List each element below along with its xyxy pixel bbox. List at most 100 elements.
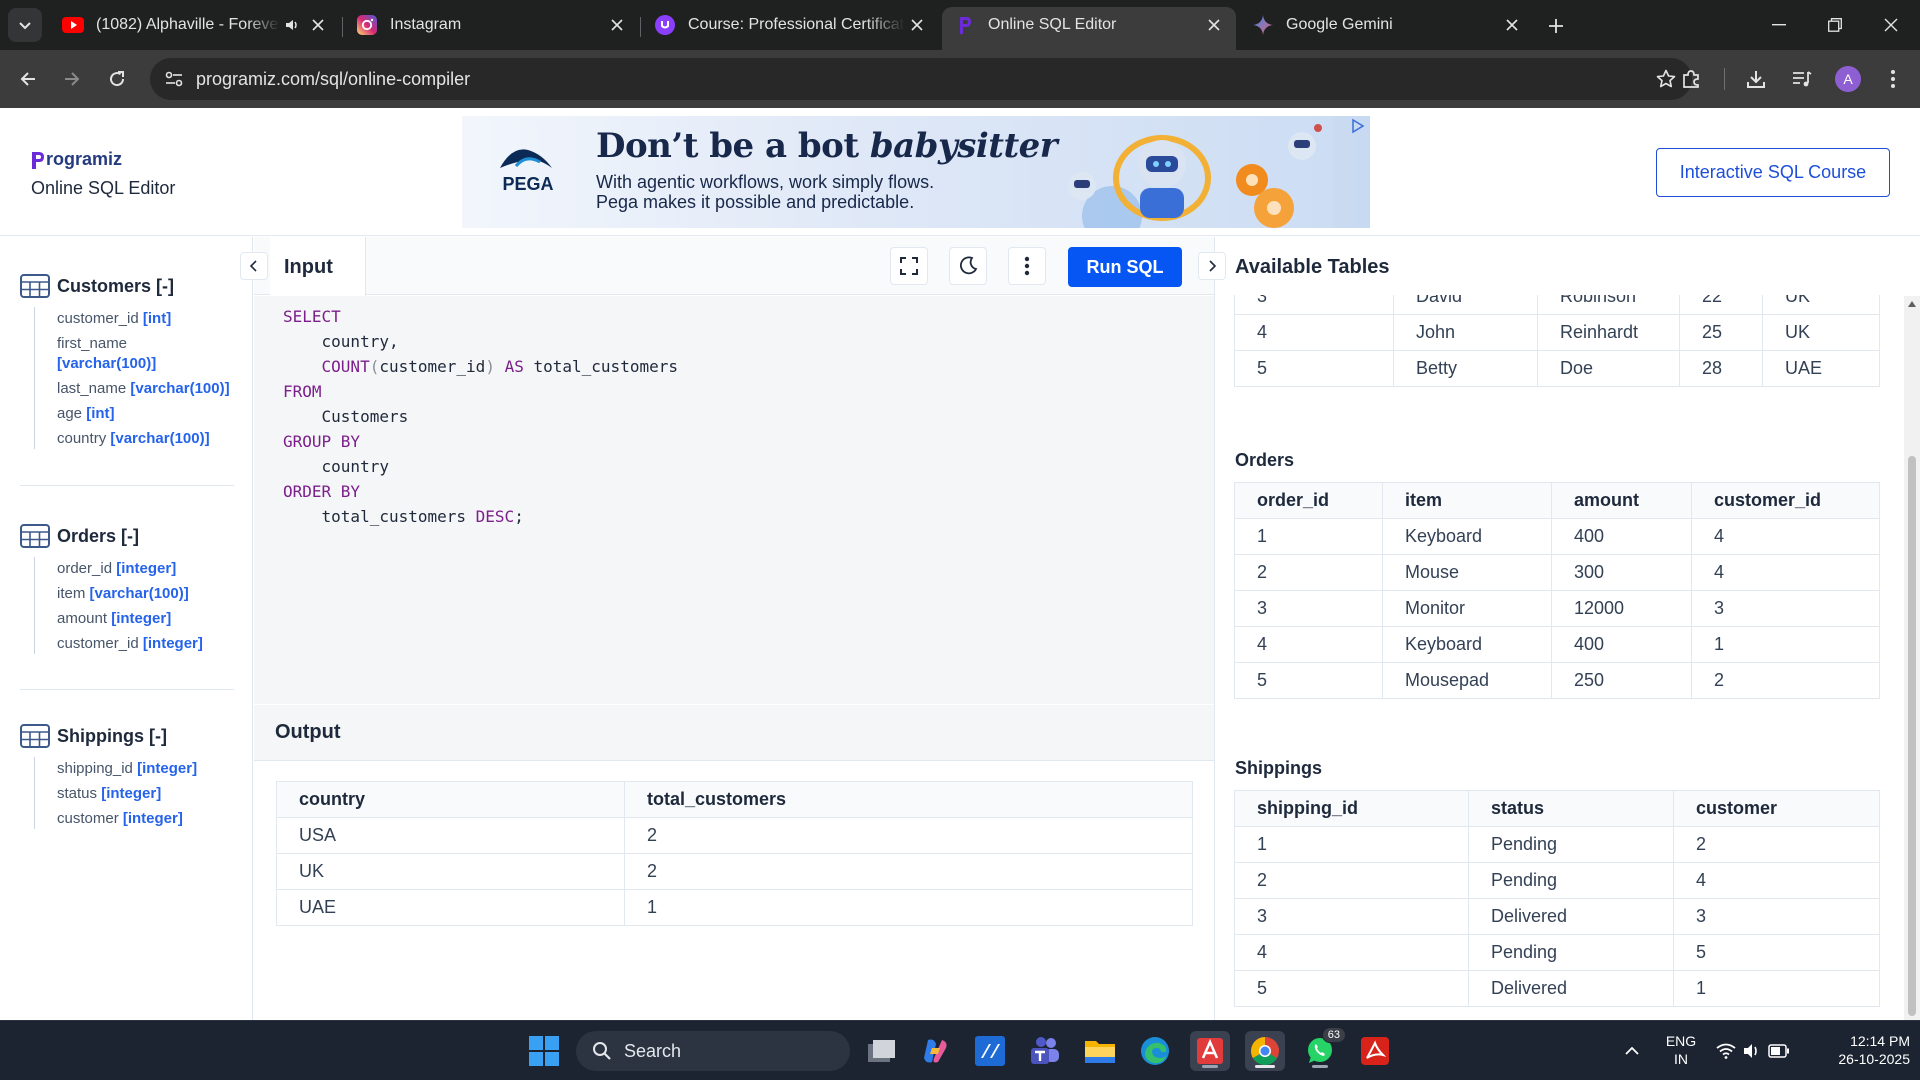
advertisement-banner[interactable]: PEGA Don’t be a bot babysitter With agen… xyxy=(462,116,1370,228)
tables-scrollbar[interactable] xyxy=(1904,296,1920,1020)
field-type: [integer] xyxy=(137,760,198,777)
collapse-tables-button[interactable] xyxy=(1198,252,1226,280)
sidebar-field: amount [integer] xyxy=(57,609,234,629)
table-cell: 2 xyxy=(624,817,1193,854)
acrobat-icon[interactable] xyxy=(1355,1031,1395,1071)
close-icon[interactable] xyxy=(905,13,929,37)
code-line: ORDER BY xyxy=(283,482,361,501)
field-type: [int] xyxy=(86,405,115,422)
sidebar-table-title[interactable]: Customers [-] xyxy=(20,273,234,299)
anydesk-app-icon[interactable] xyxy=(1190,1031,1230,1071)
pega-logo: PEGA xyxy=(498,144,558,195)
teams-icon[interactable] xyxy=(1025,1031,1065,1071)
table-row: UK 2 xyxy=(276,853,1193,890)
browser-tab-course[interactable]: Course: Professional Certificate xyxy=(642,7,939,43)
schema-sidebar: Customers [-] customer_id [int] first_na… xyxy=(0,237,253,1020)
media-control-button[interactable] xyxy=(1784,61,1820,97)
reload-icon xyxy=(110,71,125,87)
profile-button[interactable]: A xyxy=(1830,61,1866,97)
table-cell: 250 xyxy=(1551,662,1692,699)
table-cell: USA xyxy=(276,817,625,854)
table-cell: Mouse xyxy=(1382,554,1552,591)
sidebar-field: country [varchar(100)] xyxy=(57,429,234,449)
table-row: 2 Mouse 300 4 xyxy=(1234,554,1880,591)
table-cell: Pending xyxy=(1468,934,1674,971)
scrollbar-thumb[interactable] xyxy=(1908,456,1916,1016)
quick-settings-button[interactable] xyxy=(1712,1031,1794,1071)
address-bar[interactable]: programiz.com/sql/online-compiler xyxy=(150,58,1692,100)
column-header: amount xyxy=(1551,482,1692,519)
close-icon[interactable] xyxy=(1500,13,1524,37)
browser-tab-youtube[interactable]: (1082) Alphaville - Forever Young xyxy=(50,7,340,43)
clock[interactable]: 12:14 PM 26-10-2025 xyxy=(1806,1032,1910,1068)
table-icon xyxy=(20,524,50,548)
column-header: country xyxy=(276,781,625,818)
minimize-button[interactable] xyxy=(1750,0,1808,50)
chevron-down-icon xyxy=(19,22,31,30)
restore-button[interactable] xyxy=(1806,0,1864,50)
table-title-text: Orders [-] xyxy=(57,525,140,546)
table-cell: UAE xyxy=(1762,350,1880,387)
speaker-icon[interactable] xyxy=(280,13,304,37)
ad-headline: Don’t be a bot babysitter xyxy=(596,126,1058,166)
fullscreen-button[interactable] xyxy=(890,247,928,285)
chrome-icon[interactable] xyxy=(1245,1031,1285,1071)
language-line2: IN xyxy=(1674,1051,1688,1067)
input-tab[interactable]: Input xyxy=(270,237,366,296)
code-line: FROM xyxy=(283,382,322,401)
programiz-logo[interactable]: rogramiz xyxy=(31,149,122,170)
tab-search-button[interactable] xyxy=(8,8,42,42)
field-type: [varchar(100)] xyxy=(130,380,230,397)
extensions-button[interactable] xyxy=(1673,61,1709,97)
site-info-icon[interactable] xyxy=(158,63,190,95)
code-editor-app-icon[interactable] xyxy=(970,1031,1010,1071)
close-icon[interactable] xyxy=(306,13,330,37)
forward-button[interactable] xyxy=(54,61,90,97)
sidebar-table-title[interactable]: Shippings [-] xyxy=(20,723,234,749)
table-cell: 1 xyxy=(1234,826,1469,863)
dark-mode-button[interactable] xyxy=(949,247,987,285)
close-icon[interactable] xyxy=(1202,13,1226,37)
code-line: total_customers DESC; xyxy=(283,507,524,526)
table-cell: 1 xyxy=(1234,518,1383,555)
reload-button[interactable] xyxy=(99,61,135,97)
new-tab-button[interactable] xyxy=(1540,10,1572,42)
search-placeholder: Search xyxy=(624,1040,682,1061)
close-window-button[interactable] xyxy=(1862,0,1920,50)
clock-time: 12:14 PM xyxy=(1850,1033,1910,1049)
taskbar-search[interactable]: Search xyxy=(576,1031,850,1071)
field-name: item xyxy=(57,585,86,602)
arrow-right-icon xyxy=(65,72,80,86)
collapse-sidebar-button[interactable] xyxy=(240,252,268,280)
more-options-button[interactable] xyxy=(1008,247,1046,285)
ad-choices-icon[interactable] xyxy=(1350,118,1366,134)
table-row: 5 Betty Doe 28 UAE xyxy=(1234,350,1880,387)
table-cell: 2 xyxy=(624,853,1193,890)
show-hidden-icons-button[interactable] xyxy=(1612,1031,1652,1071)
browser-tab-gemini[interactable]: Google Gemini xyxy=(1240,7,1534,43)
browser-tab-sql-editor[interactable]: Online SQL Editor xyxy=(942,7,1236,50)
notification-badge: 63 xyxy=(1321,1027,1346,1043)
sidebar-table-title[interactable]: Orders [-] xyxy=(20,523,234,549)
browser-tab-instagram[interactable]: Instagram xyxy=(344,7,639,43)
table-cell: 2 xyxy=(1234,862,1469,899)
browser-menu-button[interactable] xyxy=(1875,61,1911,97)
language-indicator[interactable]: ENG IN xyxy=(1664,1032,1698,1068)
close-icon[interactable] xyxy=(605,13,629,37)
file-explorer-icon[interactable] xyxy=(1080,1031,1120,1071)
downloads-button[interactable] xyxy=(1738,61,1774,97)
code-line: COUNT(customer_id) AS total_customers xyxy=(321,357,678,376)
whatsapp-icon[interactable]: 63 xyxy=(1300,1027,1346,1071)
sql-code-editor[interactable]: SELECT country, COUNT(customer_id) AS to… xyxy=(254,296,1214,704)
interactive-sql-course-button[interactable]: Interactive SQL Course xyxy=(1656,148,1890,197)
running-indicator xyxy=(1312,1065,1328,1068)
run-sql-button[interactable]: Run SQL xyxy=(1068,247,1182,287)
back-button[interactable] xyxy=(10,61,46,97)
start-button[interactable] xyxy=(524,1031,564,1071)
url-text[interactable]: programiz.com/sql/online-compiler xyxy=(196,69,470,90)
task-view-icon[interactable] xyxy=(861,1031,901,1071)
edge-icon[interactable] xyxy=(1135,1031,1175,1071)
table-cell: 4 xyxy=(1691,554,1880,591)
puzzle-icon xyxy=(1683,70,1699,88)
copilot-icon[interactable] xyxy=(915,1031,955,1071)
